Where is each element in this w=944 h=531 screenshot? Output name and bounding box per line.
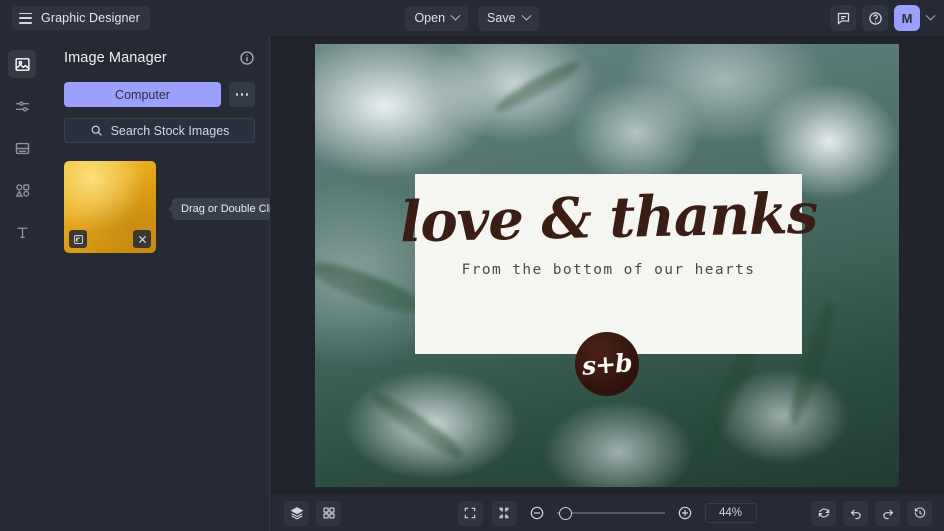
close-icon	[138, 235, 146, 243]
foliage-decoration	[491, 58, 584, 117]
open-button[interactable]: Open	[405, 5, 469, 31]
panel-header: Image Manager	[64, 50, 255, 66]
zoom-level-input[interactable]: 44%	[704, 503, 757, 523]
card-subline: From the bottom of our hearts	[461, 262, 756, 278]
redo-icon	[882, 509, 893, 520]
header-right-actions: M	[830, 0, 936, 36]
monogram-badge[interactable]: s+b	[575, 332, 639, 396]
image-manager-panel: Image Manager Computer Search Stock Imag…	[44, 36, 292, 531]
hamburger-icon	[19, 12, 32, 24]
zoom-slider[interactable]	[556, 505, 665, 521]
bottom-left-actions	[284, 500, 341, 526]
app-menu-button[interactable]: Graphic Designer	[12, 6, 150, 30]
panel-title: Image Manager	[64, 50, 167, 66]
header-bar: Graphic Designer Open Save M	[0, 0, 944, 36]
page-title: Graphic Designer	[41, 11, 140, 25]
grid-button[interactable]	[316, 500, 341, 526]
sidebar-item-text[interactable]	[8, 218, 36, 246]
foliage-decoration	[315, 252, 426, 322]
layers-button[interactable]	[284, 500, 309, 526]
help-circle-icon	[868, 11, 882, 25]
zoom-slider-handle[interactable]	[558, 506, 572, 520]
tool-rail	[0, 36, 44, 531]
layers-icon	[290, 507, 303, 520]
reset-button[interactable]	[811, 500, 836, 526]
undo-icon	[850, 509, 861, 520]
text-icon	[17, 227, 27, 238]
sliders-icon	[15, 100, 29, 112]
layout-icon	[15, 142, 29, 154]
history-icon	[914, 507, 925, 518]
computer-button[interactable]: Computer	[64, 82, 221, 107]
replace-image-button[interactable]	[69, 230, 87, 248]
shapes-icon	[15, 183, 29, 197]
sidebar-item-shapes[interactable]	[8, 176, 36, 204]
undo-button[interactable]	[843, 500, 868, 526]
gold-texture-thumbnail[interactable]	[64, 161, 156, 253]
avatar[interactable]: M	[894, 5, 920, 31]
remove-image-button[interactable]	[133, 230, 151, 248]
monogram-label: s+b	[581, 347, 633, 381]
chevron-down-icon	[521, 10, 531, 21]
save-button[interactable]: Save	[478, 5, 539, 31]
help-button[interactable]	[862, 5, 888, 31]
zoom-slider-track	[556, 512, 665, 514]
reset-icon	[818, 508, 829, 518]
zoom-out-icon	[530, 506, 543, 520]
artboard[interactable]: love & thanks From the bottom of our hea…	[315, 44, 899, 487]
replace-image-icon	[73, 234, 83, 244]
canvas-area[interactable]: love & thanks From the bottom of our hea…	[270, 36, 944, 495]
app-window: Graphic Designer Open Save M Image Manag…	[0, 0, 944, 531]
foliage-decoration	[366, 385, 467, 465]
sidebar-item-image[interactable]	[8, 50, 36, 78]
redo-button[interactable]	[875, 500, 900, 526]
fit-to-screen-button[interactable]	[491, 500, 517, 526]
comment-icon	[837, 12, 849, 25]
zoom-in-icon	[678, 506, 691, 520]
sidebar-item-layout[interactable]	[8, 134, 36, 162]
fullscreen-icon	[464, 507, 476, 519]
greeting-card[interactable]: love & thanks From the bottom of our hea…	[399, 174, 818, 354]
feedback-button[interactable]	[830, 5, 856, 31]
sidebar-item-adjustments[interactable]	[8, 92, 36, 120]
zoom-out-button[interactable]	[526, 502, 548, 524]
chevron-down-icon[interactable]	[925, 10, 936, 21]
image-thumbnail-area: Drag or Double Click	[64, 161, 292, 253]
info-icon[interactable]	[239, 50, 255, 66]
search-stock-images-input[interactable]: Search Stock Images	[64, 118, 255, 143]
save-label: Save	[487, 11, 516, 25]
chevron-down-icon	[450, 10, 461, 21]
history-actions	[811, 500, 932, 526]
image-icon	[14, 57, 30, 71]
search-icon	[91, 125, 102, 136]
grid-icon	[322, 507, 335, 519]
open-label: Open	[414, 11, 446, 25]
history-button[interactable]	[907, 500, 932, 526]
source-buttons: Computer	[64, 82, 255, 107]
fit-to-screen-icon	[499, 507, 509, 519]
bottom-toolbar: 44%	[270, 495, 944, 531]
card-headline: love & thanks	[399, 180, 818, 256]
fullscreen-button[interactable]	[457, 500, 483, 526]
zoom-in-button[interactable]	[674, 502, 696, 524]
search-placeholder-label: Search Stock Images	[110, 123, 230, 138]
more-options-button[interactable]	[229, 82, 255, 107]
